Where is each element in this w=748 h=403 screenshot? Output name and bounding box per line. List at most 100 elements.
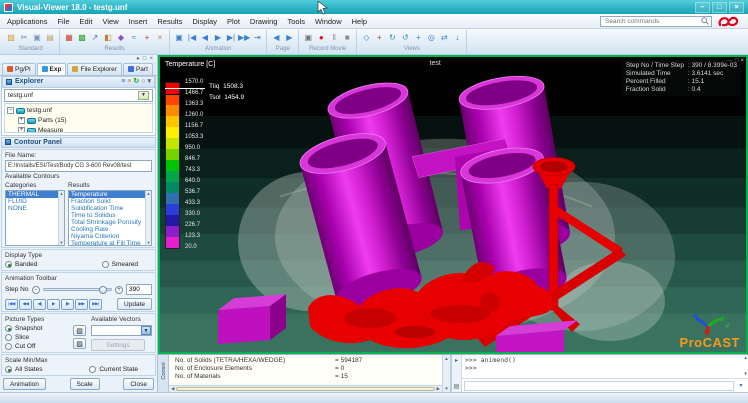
tree-expander-icon[interactable]: + <box>18 127 25 133</box>
shell-command-input[interactable] <box>464 381 734 391</box>
picture-type-option[interactable]: Slice <box>5 333 71 342</box>
sort-list-icon[interactable]: ≡ <box>127 78 131 85</box>
iso-view-icon[interactable]: ◇ <box>360 32 372 44</box>
pan-view-icon[interactable]: + <box>412 32 424 44</box>
more-options-icon[interactable]: ▾ <box>147 78 151 85</box>
scale-minmax-option[interactable]: All States <box>5 365 42 374</box>
menu-item[interactable]: Display <box>187 15 222 28</box>
tree-expander-icon[interactable]: − <box>7 107 14 114</box>
menu-item[interactable]: Window <box>310 15 347 28</box>
movie-icon[interactable]: ▣ <box>302 32 314 44</box>
picture-type-option[interactable]: Snapshot <box>5 324 71 333</box>
next-frame-icon[interactable]: ▶| <box>225 32 237 44</box>
settings-button[interactable]: Settings <box>91 339 145 351</box>
open-folder-icon[interactable]: ▨ <box>5 32 17 44</box>
explorer-tree-row[interactable]: + Measure <box>5 126 152 133</box>
display-type-option[interactable]: Banded <box>5 260 37 269</box>
category-item[interactable]: THERMAL <box>6 191 58 198</box>
fast-forward-button[interactable]: ▶▶ <box>75 299 88 310</box>
result-item[interactable]: Niyama Criterion <box>69 233 145 240</box>
close-button[interactable]: × <box>729 2 744 13</box>
slice-tool-icon[interactable]: ▧ <box>73 325 86 336</box>
console-vscrollbar[interactable]: ▲▼ <box>442 355 450 392</box>
animation-button[interactable]: Animation <box>3 378 46 390</box>
view-close-icon[interactable]: × <box>740 58 744 64</box>
menu-item[interactable]: View <box>97 15 123 28</box>
chevron-down-icon[interactable]: ▼ <box>138 91 149 100</box>
spin-view-icon[interactable]: ↺ <box>399 32 411 44</box>
run-icon[interactable]: ▸ <box>455 357 458 364</box>
console-hscrollbar[interactable]: ◀▶ <box>169 385 442 392</box>
model-selector-combo[interactable]: testg.unf ▼ <box>4 89 153 102</box>
cutoff-tool-icon[interactable]: ▨ <box>73 338 86 349</box>
step-slider[interactable] <box>43 288 113 291</box>
panel-tab[interactable]: Exp <box>37 63 67 75</box>
paste-icon[interactable]: ▤ <box>44 32 56 44</box>
panel-tab[interactable]: Pg/Pl <box>2 63 36 75</box>
menu-item[interactable]: Insert <box>124 15 153 28</box>
tools-icon[interactable]: × <box>154 32 166 44</box>
tree-layout-icon[interactable]: ≡ <box>121 78 125 85</box>
console-output[interactable]: No. of Solids (TETRA/HEXA/WEDGE)= 594187… <box>169 355 442 392</box>
panel-tab[interactable]: File Explorer <box>67 63 121 75</box>
panel-tab[interactable]: Part <box>123 63 153 75</box>
previous-frame-icon[interactable]: ◀ <box>199 32 211 44</box>
chevron-down-icon[interactable]: ▼ <box>141 326 151 335</box>
zoom-area-icon[interactable]: ◎ <box>425 32 437 44</box>
result-item[interactable]: Temperature <box>69 191 145 198</box>
refresh-icon[interactable]: ↻ <box>133 78 139 85</box>
vector-plot-icon[interactable]: ↗ <box>89 32 101 44</box>
contour-plot-icon[interactable]: ▦ <box>63 32 75 44</box>
scale-minmax-option[interactable]: Current State <box>89 365 138 374</box>
menu-item[interactable]: Help <box>347 15 372 28</box>
menu-item[interactable]: Tools <box>282 15 310 28</box>
fast-backward-button[interactable]: ◀◀ <box>19 299 32 310</box>
play-animation-icon[interactable]: ▶ <box>212 32 224 44</box>
result-item[interactable]: Time to Solidus <box>69 212 145 219</box>
result-item[interactable]: Solidification Time <box>69 205 145 212</box>
rotate-view-icon[interactable]: ↻ <box>386 32 398 44</box>
xy-plot-icon[interactable]: ≈ <box>128 32 140 44</box>
tree-expander-icon[interactable]: + <box>18 117 25 124</box>
shell-output[interactable]: >>> animend()>>> ▲▼ <box>462 355 748 379</box>
step-decrement-button[interactable]: − <box>32 286 40 294</box>
update-button[interactable]: Update <box>117 298 152 310</box>
first-frame-icon[interactable]: |◀ <box>186 32 198 44</box>
console-tab[interactable]: Consol <box>158 355 169 392</box>
step-increment-button[interactable]: + <box>115 286 123 294</box>
stop-icon[interactable]: ■ <box>341 32 353 44</box>
result-item[interactable]: Temperature at Fill Time <box>69 240 145 246</box>
iso-surface-icon[interactable]: ◆ <box>115 32 127 44</box>
close-button[interactable]: Close <box>123 378 154 390</box>
result-item[interactable]: Total Shrinkage Porosity <box>69 219 145 226</box>
step-slider-thumb[interactable] <box>99 286 107 294</box>
explorer-tree-row[interactable]: − testg.unf <box>5 106 152 116</box>
category-item[interactable]: NONE <box>6 205 58 212</box>
export-animation-icon[interactable]: ⇥ <box>251 32 263 44</box>
menu-item[interactable]: Applications <box>2 15 52 28</box>
explorer-tree-row[interactable]: + Parts (15) <box>5 116 152 126</box>
last-step-button[interactable]: ▶▶| <box>89 299 102 310</box>
grid-icon[interactable]: ▤ <box>454 383 460 390</box>
categories-scrollbar[interactable]: ▲▼ <box>58 191 64 245</box>
results-scrollbar[interactable]: ▲▼ <box>145 191 151 245</box>
new-window-icon[interactable]: ○ <box>141 78 145 85</box>
3d-viewport[interactable]: Temperature [C] 1570.01466.71363.31260.0… <box>158 55 748 354</box>
previous-page-icon[interactable]: ◀ <box>270 32 282 44</box>
minimize-button[interactable]: – <box>695 2 710 13</box>
axis-icon[interactable]: + <box>373 32 385 44</box>
menu-item[interactable]: Plot <box>222 15 245 28</box>
chevron-down-icon[interactable]: ▼ <box>736 381 746 391</box>
menu-item[interactable]: Drawing <box>245 15 283 28</box>
search-box[interactable] <box>600 16 712 27</box>
category-item[interactable]: FLUID <box>6 198 58 205</box>
menu-item[interactable]: Results <box>152 15 187 28</box>
panel-close-icon[interactable]: × <box>149 56 153 62</box>
next-page-icon[interactable]: ▶ <box>283 32 295 44</box>
maximize-button[interactable]: □ <box>712 2 727 13</box>
panel-pin-icon[interactable]: ▸ <box>137 55 140 62</box>
result-item[interactable]: Cooling Rate <box>69 226 145 233</box>
anchor-view-icon[interactable]: ↓ <box>451 32 463 44</box>
file-name-field[interactable]: E:/Installs/ESI/Test/Body CG 3-600 Rev08… <box>5 160 152 172</box>
search-input[interactable] <box>603 17 701 26</box>
